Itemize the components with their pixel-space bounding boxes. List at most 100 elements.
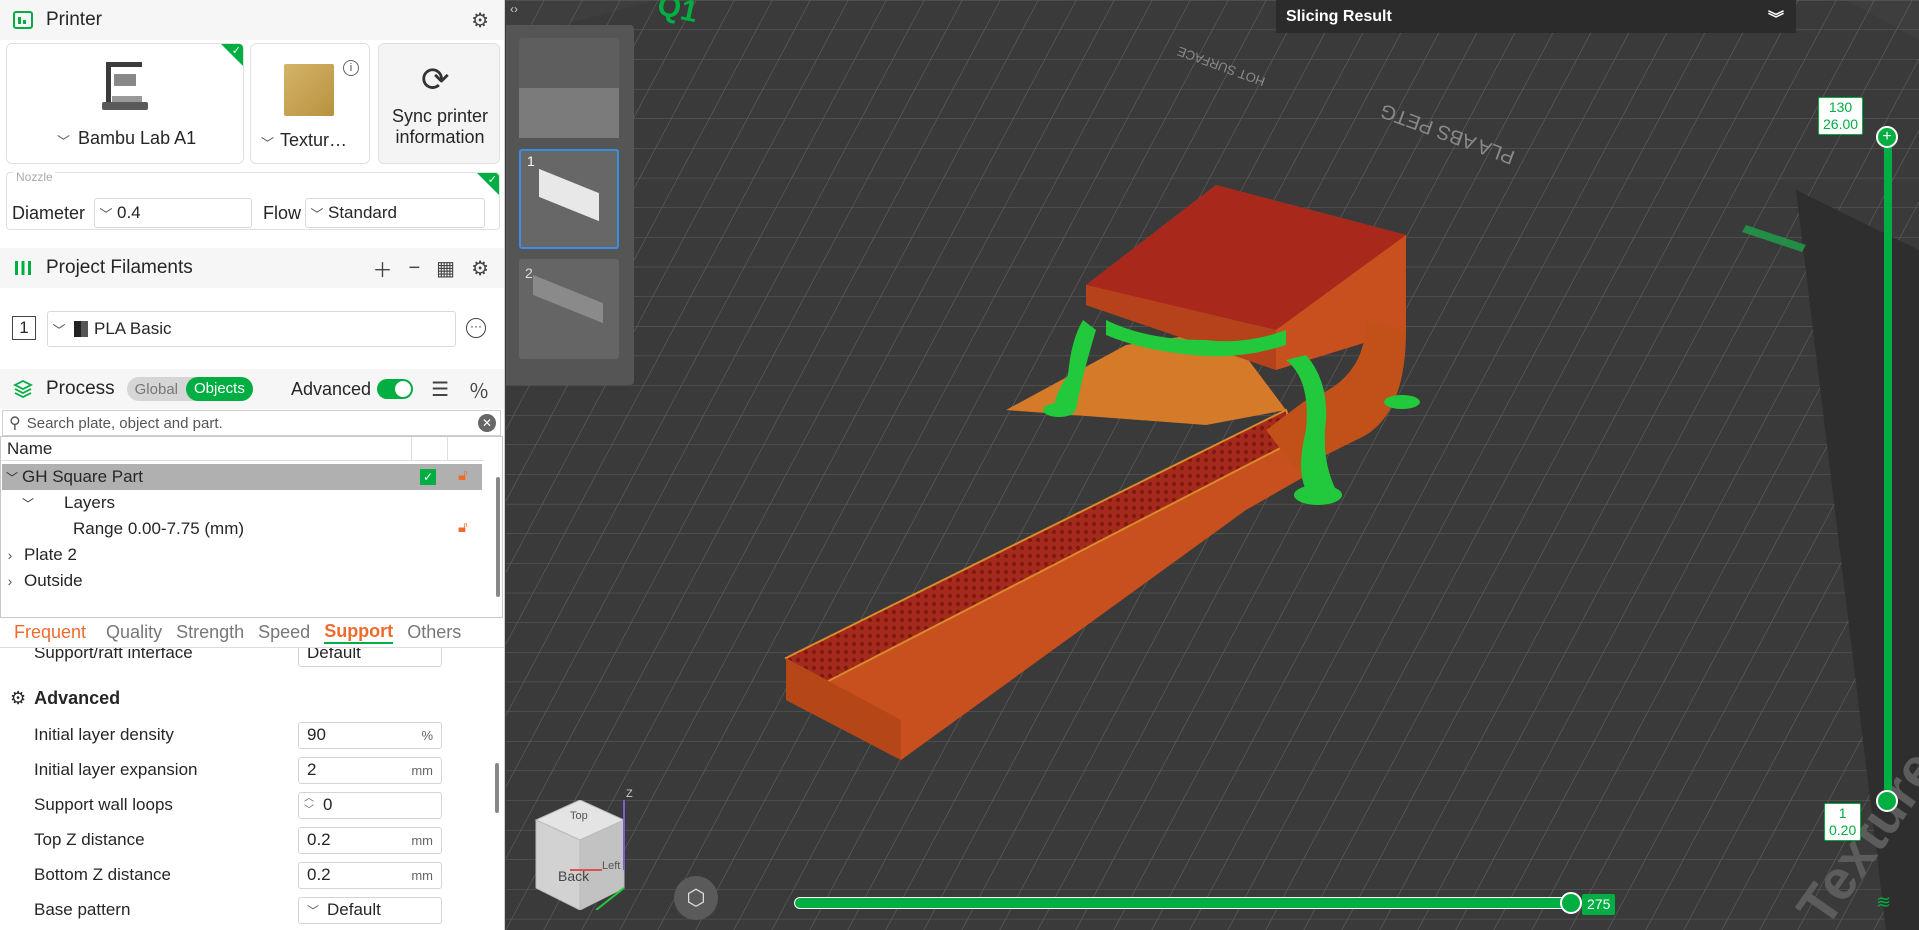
chevron-down-icon: ﹀ — [52, 322, 66, 338]
advanced-settings-icon: ⚙ — [10, 688, 27, 708]
chevron-down-icon: ﹀ — [57, 134, 71, 149]
param-label: Support/raft interface — [34, 648, 193, 662]
filament-index: 1 — [12, 316, 36, 340]
chevron-down-icon: ﹀ — [99, 206, 113, 222]
filament-select[interactable]: ﹀ PLA Basic — [47, 311, 456, 347]
global-objects-toggle[interactable]: Global Objects — [126, 377, 253, 401]
move-slider-track[interactable] — [794, 897, 1574, 909]
param-input[interactable]: 0.2 mm — [298, 826, 442, 854]
remove-filament-icon[interactable]: − — [408, 257, 420, 280]
tree-row[interactable]: ﹀ Layers — [2, 490, 482, 516]
orientation-cube[interactable]: Top Back Left Z — [530, 788, 633, 911]
axis-z-label: Z — [626, 788, 633, 800]
chevron-right-icon: › — [7, 573, 13, 589]
printer-title: Printer — [46, 9, 102, 30]
list-view-icon[interactable]: ☰ — [431, 377, 449, 402]
clear-search-icon[interactable]: ✕ — [478, 414, 496, 432]
printer-settings-gear-icon[interactable]: ⚙ — [471, 8, 489, 33]
tree-row[interactable]: › Outside — [2, 568, 482, 594]
param-label: Support wall loops — [34, 795, 173, 814]
filament-more-icon[interactable]: ··· — [466, 318, 486, 338]
param-input[interactable]: 90% — [298, 721, 442, 749]
tab-support[interactable]: Support — [324, 621, 394, 644]
param-label: Initial layer expansion — [34, 760, 198, 779]
expand-chevron-icon[interactable]: ︾ — [1768, 5, 1784, 29]
layer-bottom-num: 1 — [1838, 805, 1847, 821]
param-unit: % — [421, 727, 433, 743]
printer-card[interactable]: ﹀ Bambu Lab A1 — [6, 43, 244, 164]
cube-top-label: Top — [570, 810, 588, 822]
layer-top-num: 130 — [1828, 99, 1853, 115]
param-select[interactable]: Default — [298, 648, 442, 667]
filament-settings-gear-icon[interactable]: ⚙ — [471, 256, 489, 281]
layer-slider-bottom-handle[interactable] — [1876, 790, 1898, 812]
move-slider-handle[interactable] — [1560, 892, 1582, 914]
param-row: Support/raft interface Default — [0, 648, 445, 668]
slicing-result-panel[interactable]: Slicing Result ︾ — [1276, 0, 1796, 33]
param-value: 0 — [323, 795, 333, 814]
info-icon[interactable]: i — [343, 60, 359, 76]
param-select[interactable]: ﹀ Default — [298, 896, 442, 924]
tab-strength[interactable]: Strength — [162, 622, 244, 643]
tree-row[interactable]: › Plate 2 — [2, 542, 482, 568]
settings-scrollbar[interactable] — [495, 763, 499, 813]
chevron-down-icon: ﹀ — [5, 470, 18, 485]
sync-printer-button[interactable]: ⟳ Sync printer information — [378, 43, 500, 164]
tab-others[interactable]: Others — [393, 622, 461, 643]
object-search[interactable]: ⚲ Search plate, object and part. ✕ — [2, 410, 501, 436]
plate-thumbnails: 1 2 — [506, 25, 634, 385]
cube-back-label: Back — [558, 868, 590, 884]
plate-thumb-2[interactable]: 2 — [519, 259, 619, 359]
visible-checkbox-icon[interactable]: ✓ — [420, 469, 436, 485]
tree-row[interactable]: ﹀ GH Square Part ✓ 🔓︎ — [2, 464, 482, 490]
toggle-global[interactable]: Global — [127, 381, 186, 398]
add-filament-icon[interactable]: ＋ — [372, 254, 392, 283]
cube-left-label: Left — [602, 860, 621, 872]
tree-row-label: Plate 2 — [24, 545, 77, 564]
param-value: 0.2 — [307, 865, 331, 884]
tab-speed[interactable]: Speed — [244, 622, 310, 643]
collapse-sidebar-icon[interactable]: ‹› — [510, 2, 518, 16]
filament-grouping-icon[interactable]: ▦ — [436, 256, 455, 281]
move-slider-value: 275 — [1582, 894, 1616, 915]
param-unit: mm — [411, 762, 433, 778]
layers-toggle-icon[interactable]: ≋ — [1876, 892, 1891, 913]
reset-view-icon[interactable]: ⬡ — [674, 876, 718, 920]
tree-header-name: Name — [7, 438, 53, 458]
search-input[interactable]: Search plate, object and part. — [27, 415, 223, 432]
chevron-down-icon: ﹀ — [310, 206, 324, 222]
param-spinner[interactable]: ︿ ﹀ 0 — [298, 791, 442, 819]
param-label: Base pattern — [34, 900, 131, 919]
tree-row-label: Layers — [64, 493, 116, 512]
left-panel: Printer ⚙ ﹀ Bambu Lab A1 i ﹀ Textur… — [0, 0, 505, 930]
advanced-switch[interactable] — [377, 379, 414, 399]
unlock-icon[interactable]: 🔓︎ — [458, 519, 468, 536]
plate-type-card[interactable]: i ﹀ Textur… — [250, 43, 370, 164]
plate-name: Textur… — [280, 130, 348, 150]
printer-image — [102, 62, 148, 110]
settings-tabs: Frequent Quality Strength Speed Support … — [0, 618, 504, 648]
toggle-objects[interactable]: Objects — [186, 377, 253, 401]
3d-viewport[interactable]: Q1 PLA ABS PETG HOT SURFACE Textured PEI… — [506, 0, 1919, 930]
printer-icon — [12, 9, 34, 31]
tree-scrollbar[interactable] — [496, 477, 500, 597]
layer-slider-track[interactable] — [1884, 135, 1892, 805]
param-input[interactable]: 2 mm — [298, 756, 442, 784]
unlock-icon[interactable]: 🔓︎ — [458, 467, 468, 484]
advanced-group-header: ⚙ Advanced — [10, 688, 120, 709]
param-value: Default — [307, 648, 361, 662]
spinner-arrows-icon[interactable]: ︿ ﹀ — [304, 793, 314, 817]
plate-number: 2 — [525, 265, 533, 281]
plate-thumb-empty[interactable] — [519, 38, 619, 138]
param-input[interactable]: 0.2 mm — [298, 861, 442, 889]
tab-quality[interactable]: Quality — [92, 622, 162, 643]
tab-frequent[interactable]: Frequent — [0, 622, 86, 643]
layer-bottom-height: 0.20 — [1829, 822, 1857, 838]
tree-row[interactable]: Range 0.00-7.75 (mm) 🔓︎ — [2, 516, 482, 542]
diameter-select[interactable]: ﹀ 0.4 — [94, 198, 252, 228]
flow-select[interactable]: ﹀ Standard — [305, 198, 485, 228]
compare-percent-icon[interactable]: ％ — [469, 375, 489, 404]
chevron-down-icon: ﹀ — [21, 496, 34, 511]
layer-slider-top-handle[interactable]: + — [1876, 126, 1898, 148]
plate-thumb-1[interactable]: 1 — [519, 149, 619, 249]
